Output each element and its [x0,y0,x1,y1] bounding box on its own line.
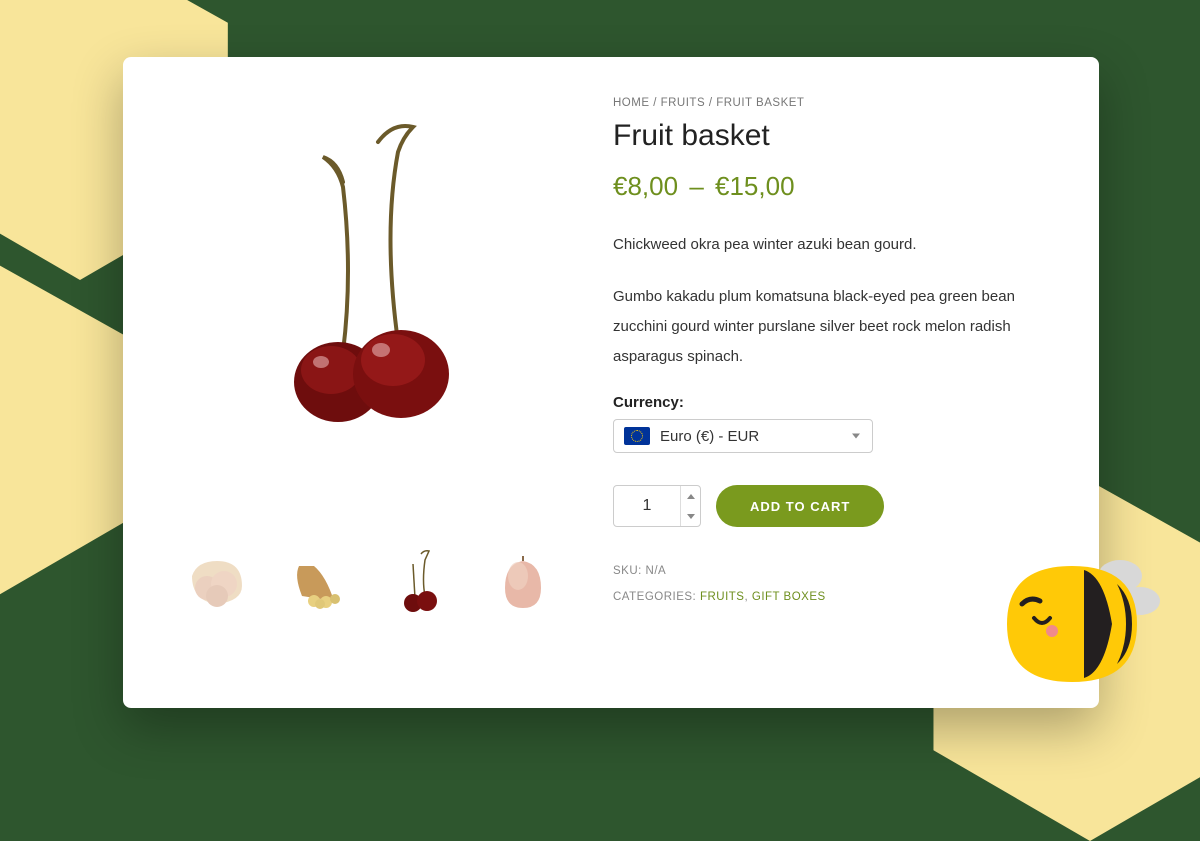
product-price: €8,00 – €15,00 [613,171,1049,202]
product-title: Fruit basket [613,119,1049,153]
product-thumbnails [173,537,573,625]
thumbnail-4[interactable] [479,537,567,625]
add-to-cart-button[interactable]: ADD TO CART [716,485,884,527]
breadcrumb: HOME / FRUITS / FRUIT BASKET [613,97,1049,109]
breadcrumb-current: FRUIT BASKET [716,97,804,109]
product-categories: CATEGORIES: FRUITS, GIFT BOXES [613,591,1049,603]
quantity-increase-icon[interactable] [681,486,700,506]
categories-label: CATEGORIES: [613,591,696,603]
quantity-stepper[interactable]: 1 [613,485,701,527]
thumbnail-3[interactable] [377,537,465,625]
chevron-down-icon [852,434,860,439]
product-sku: SKU: N/A [613,565,1049,577]
product-description-2: Gumbo kakadu plum komatsuna black-eyed p… [613,282,1049,372]
product-description-1: Chickweed okra pea winter azuki bean gou… [613,230,1049,260]
currency-label: Currency: [613,394,1049,411]
thumbnail-2[interactable] [275,537,363,625]
product-gallery [173,92,573,678]
breadcrumb-home[interactable]: HOME [613,97,650,109]
category-link-fruits[interactable]: FRUITS [700,591,745,603]
currency-select[interactable]: Euro (€) - EUR [613,419,873,453]
product-card: HOME / FRUITS / FRUIT BASKET Fruit baske… [123,57,1099,708]
quantity-decrease-icon[interactable] [681,506,700,526]
price-low: €8,00 [613,171,678,201]
sku-label: SKU: [613,565,642,577]
add-to-cart-row: 1 ADD TO CART [613,485,1049,527]
hexagon-decoration-left [0,260,140,600]
product-details: HOME / FRUITS / FRUIT BASKET Fruit baske… [613,92,1049,678]
price-separator: – [689,171,703,201]
product-main-image[interactable] [173,92,573,472]
category-link-gift-boxes[interactable]: GIFT BOXES [752,591,826,603]
breadcrumb-fruits[interactable]: FRUITS [661,97,706,109]
price-high: €15,00 [715,171,795,201]
quantity-value: 1 [614,497,680,515]
thumbnail-1[interactable] [173,537,261,625]
bee-mascot-icon [992,546,1162,686]
eu-flag-icon [624,427,650,445]
sku-value: N/A [646,565,667,577]
currency-selected-value: Euro (€) - EUR [660,428,759,445]
